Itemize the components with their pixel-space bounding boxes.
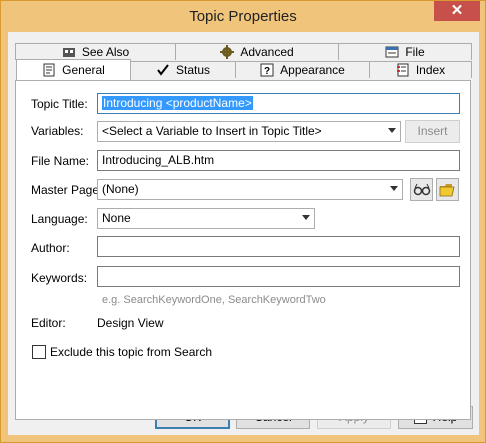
language-label: Language: (31, 212, 88, 226)
tab-status[interactable]: Status (130, 61, 236, 78)
file-name-label: File Name: (31, 154, 90, 168)
preview-master-page-button[interactable] (410, 178, 433, 201)
tab-label: Index (415, 62, 446, 77)
master-page-value: (None) (102, 182, 139, 196)
question-icon: ? (260, 63, 274, 77)
checkmark-icon (156, 63, 170, 77)
folder-open-icon (439, 184, 454, 197)
author-label: Author: (31, 241, 70, 255)
keywords-label: Keywords: (31, 271, 88, 285)
editor-label: Editor: (31, 316, 66, 330)
tab-file[interactable]: File (338, 43, 472, 60)
master-page-dropdown[interactable]: (None) (97, 179, 403, 200)
tab-index[interactable]: Index (369, 61, 472, 78)
svg-text:?: ? (264, 66, 270, 77)
file-name-input[interactable]: Introducing_ALB.htm (97, 150, 460, 171)
topic-title-label: Topic Title: (31, 97, 88, 111)
editor-value: Design View (97, 316, 164, 330)
variables-dropdown[interactable]: <Select a Variable to Insert in Topic Ti… (97, 121, 401, 142)
dialog-client-area: See Also Advanced File General Status ? … (8, 32, 479, 435)
tab-appearance[interactable]: ? Appearance (235, 61, 370, 78)
title-bar[interactable]: Topic Properties (1, 1, 485, 31)
keywords-hint: e.g. SearchKeywordOne, SearchKeywordTwo (102, 294, 326, 306)
variables-value: <Select a Variable to Insert in Topic Ti… (102, 124, 322, 138)
glasses-icon (413, 183, 430, 196)
keywords-input[interactable] (97, 266, 460, 287)
dialog-window: Topic Properties ✕ See Also Advanced Fil… (0, 0, 486, 443)
exclude-from-search-checkbox[interactable] (32, 345, 46, 359)
tab-label: Appearance (280, 62, 345, 77)
file-name-value: Introducing_ALB.htm (102, 153, 215, 167)
chevron-down-icon (302, 215, 310, 220)
browse-master-page-button[interactable] (436, 178, 459, 201)
variables-label: Variables: (31, 124, 84, 138)
close-button[interactable]: ✕ (434, 1, 480, 21)
exclude-from-search-label: Exclude this topic from Search (50, 345, 213, 359)
window-title: Topic Properties (189, 8, 297, 25)
tab-label: Status (175, 62, 211, 77)
chevron-down-icon (388, 128, 396, 133)
author-input[interactable] (97, 236, 460, 257)
tab-general[interactable]: General (16, 59, 131, 80)
general-tab-panel: Topic Title: Introducing <productName> V… (15, 80, 471, 420)
tab-see-also[interactable]: See Also (15, 43, 176, 60)
tab-label: Advanced (240, 44, 294, 59)
close-icon: ✕ (450, 2, 464, 19)
tab-advanced[interactable]: Advanced (175, 43, 339, 60)
see-also-icon (62, 45, 76, 59)
topic-title-selected-text: Introducing <productName> (102, 96, 253, 110)
chevron-down-icon (390, 186, 398, 191)
language-dropdown[interactable]: None (97, 208, 315, 229)
tab-label: File (405, 44, 425, 59)
general-icon (42, 63, 56, 77)
index-icon (396, 63, 410, 77)
file-icon (385, 45, 399, 59)
gear-icon (220, 45, 235, 59)
tab-label: General (62, 62, 105, 77)
language-value: None (102, 211, 131, 225)
topic-title-input[interactable]: Introducing <productName> (97, 93, 460, 114)
tab-label: See Also (81, 44, 130, 59)
master-page-label: Master Page: (31, 183, 103, 197)
insert-button[interactable]: Insert (405, 120, 460, 143)
